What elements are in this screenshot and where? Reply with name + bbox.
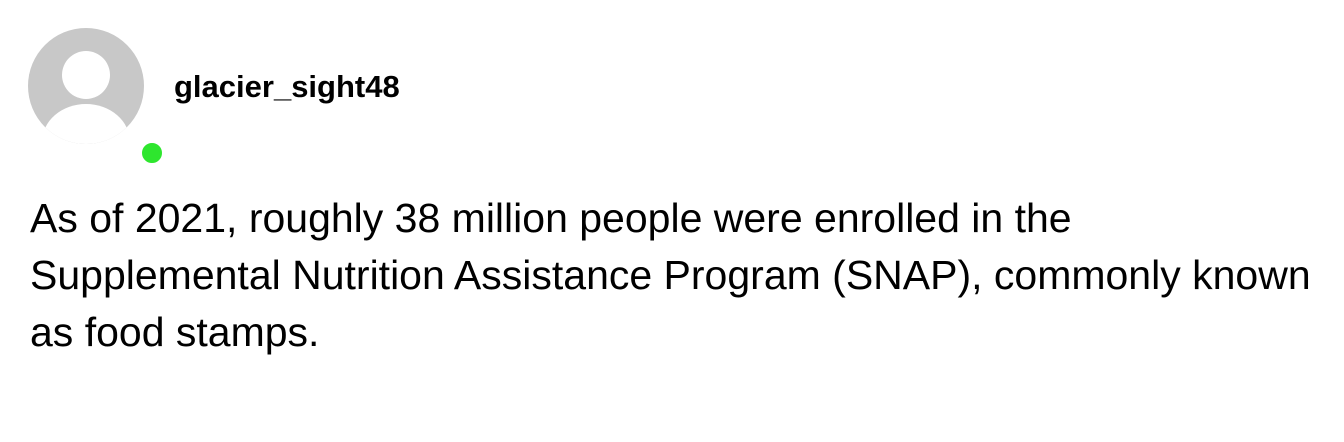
online-status-indicator <box>139 140 165 166</box>
default-user-avatar-icon <box>28 28 144 144</box>
post-body-text: As of 2021, roughly 38 million people we… <box>30 195 1311 355</box>
author-username[interactable]: glacier_sight48 <box>174 66 400 108</box>
post-card: glacier_sight48 As of 2021, roughly 38 m… <box>0 0 1344 442</box>
author-avatar[interactable] <box>28 28 165 166</box>
